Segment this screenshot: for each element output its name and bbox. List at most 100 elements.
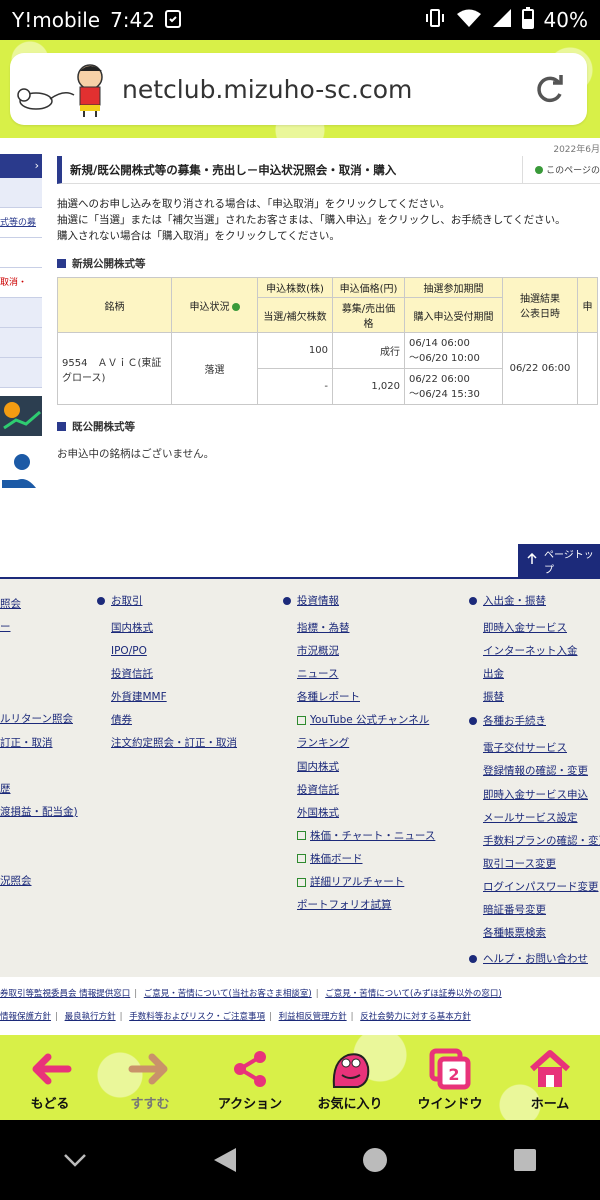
- footer-link[interactable]: 投資信託: [283, 779, 435, 802]
- support-banner-icon[interactable]: [0, 444, 42, 492]
- home-icon: [530, 1050, 570, 1087]
- footer-link[interactable]: 国内株式: [283, 756, 435, 779]
- footer-link[interactable]: 手数料プランの確認・変更: [469, 830, 600, 853]
- footer-category[interactable]: 各種お手続き: [469, 713, 600, 728]
- footer-link[interactable]: 外国株式: [283, 802, 435, 825]
- col-header-price: 申込価格(円): [332, 277, 405, 298]
- footer-link[interactable]: ランキング: [283, 732, 435, 755]
- forward-label[interactable]: すすむ: [130, 1093, 169, 1112]
- forward-button[interactable]: すすむ: [100, 1035, 200, 1120]
- window-label[interactable]: ウインドウ: [417, 1093, 482, 1112]
- footer-link[interactable]: 歴: [0, 778, 78, 801]
- sidebar-header[interactable]: ›: [0, 154, 42, 178]
- footer-link[interactable]: 渡損益・配当金): [0, 801, 78, 824]
- legal-link[interactable]: ご意見・苦情について(みずほ証券以外の窓口): [325, 989, 501, 999]
- footer-link[interactable]: 各種帳票検索: [469, 922, 600, 945]
- legal-link[interactable]: 利益相反管理方針: [279, 1012, 347, 1022]
- legal-link[interactable]: 情報保護方針: [0, 1012, 51, 1022]
- footer-link[interactable]: メールサービス設定: [469, 807, 600, 830]
- footer-link[interactable]: ルリターン照会: [0, 708, 78, 731]
- extra-cell: [577, 332, 598, 405]
- nav-recents-button[interactable]: [505, 1140, 545, 1180]
- footer-link[interactable]: ログインパスワード変更: [469, 876, 600, 899]
- legal-link[interactable]: 券取引等監視委員会 情報提供窓口: [0, 989, 130, 999]
- sidebar-item[interactable]: [0, 238, 42, 268]
- help-label[interactable]: このページの: [546, 163, 600, 176]
- page-top-button[interactable]: ページトップ: [518, 544, 600, 577]
- back-label[interactable]: もどる: [31, 1093, 70, 1112]
- footer-category[interactable]: ヘルプ・お問い合わせ: [469, 951, 600, 966]
- footer-link[interactable]: ー: [0, 616, 78, 639]
- footer-link[interactable]: 注文約定照会・訂正・取消: [97, 732, 237, 755]
- footer-link[interactable]: 債券: [97, 709, 237, 732]
- help-link[interactable]: このページの: [522, 156, 600, 183]
- footer-link[interactable]: インターネット入金: [469, 640, 600, 663]
- footer-link[interactable]: IPO/PO: [97, 640, 237, 663]
- window-button[interactable]: 2 ウインドウ: [400, 1035, 500, 1120]
- footer-link[interactable]: 出金: [469, 663, 600, 686]
- signal-icon: [492, 8, 512, 33]
- url-text[interactable]: netclub.mizuho-sc.com: [122, 75, 529, 104]
- footer-link[interactable]: 登録情報の確認・変更: [469, 760, 600, 783]
- reload-icon[interactable]: [529, 69, 569, 109]
- footer-link[interactable]: 取引コース変更: [469, 853, 600, 876]
- footer-link[interactable]: 電子交付サービス: [469, 737, 600, 760]
- stock-name-cell: 9554 ＡＶｉＣ(東証グロース): [57, 332, 172, 405]
- legal-link[interactable]: 手数料等およびリスク・ご注意事項: [129, 1012, 265, 1022]
- footer-link-external[interactable]: YouTube 公式チャンネル: [283, 709, 435, 732]
- legal-link[interactable]: ご意見・苦情について(当社お客さま相談室): [144, 989, 312, 999]
- home-label[interactable]: ホーム: [531, 1093, 570, 1112]
- footer-category[interactable]: 入出金・振替: [469, 593, 600, 608]
- footer-link-external[interactable]: 株価ボード: [283, 848, 435, 871]
- instruction-line: 抽選に「当選」または「補欠当選」されたお客さまは、「購入申込」をクリックし、お手…: [57, 214, 566, 226]
- info-icon[interactable]: [231, 302, 240, 311]
- page-top-label[interactable]: ページトップ: [544, 546, 600, 576]
- sidebar-item[interactable]: [0, 178, 42, 208]
- battery-label: 40%: [543, 8, 588, 32]
- footer-category[interactable]: お取引: [97, 593, 237, 608]
- col-header-result: 抽選結果 公表日時: [502, 277, 578, 333]
- footer-link[interactable]: 外貨建MMF: [97, 686, 237, 709]
- footer-link-external[interactable]: 詳細リアルチャート: [283, 871, 435, 894]
- footer-link[interactable]: ポートフォリオ試算: [283, 894, 435, 917]
- instruction-line: 購入されない場合は「購入取消」をクリックしてください。: [57, 230, 340, 242]
- sidebar-item[interactable]: 式等の募: [0, 208, 42, 238]
- instructions: 抽選へのお申し込みを取り消される場合は、「申込取消」をクリックしてください。 抽…: [57, 196, 600, 244]
- legal-link[interactable]: 最良執行方針: [65, 1012, 116, 1022]
- favorite-button[interactable]: お気に入り: [300, 1035, 400, 1120]
- footer-link[interactable]: 照会: [0, 593, 78, 616]
- nav-home-button[interactable]: [355, 1140, 395, 1180]
- nav-back-button[interactable]: [205, 1140, 245, 1180]
- page-title-bar: 新規/既公開株式等の募集・売出し－申込状況照会・取消・購入 このページの: [57, 156, 600, 184]
- footer-link[interactable]: 訂正・取消: [0, 732, 78, 755]
- back-button[interactable]: もどる: [0, 1035, 100, 1120]
- collapse-nav-button[interactable]: [55, 1140, 95, 1180]
- col-header-period2: 購入申込受付期間: [404, 297, 503, 333]
- favorite-label[interactable]: お気に入り: [317, 1093, 382, 1112]
- sidebar-item[interactable]: 取消・: [0, 268, 42, 298]
- footer-link-external[interactable]: 株価・チャート・ニュース: [283, 825, 435, 848]
- footer-link[interactable]: 投資信託: [97, 663, 237, 686]
- sidebar-item[interactable]: [0, 298, 42, 328]
- legal-link[interactable]: 反社会勢力に対する基本方針: [360, 1012, 471, 1022]
- action-label[interactable]: アクション: [218, 1093, 282, 1112]
- chart-banner-icon[interactable]: [0, 392, 42, 440]
- sidebar-item[interactable]: [0, 328, 42, 358]
- sidebar-item[interactable]: [0, 358, 42, 388]
- arrow-left-icon: [32, 1053, 72, 1085]
- footer-link[interactable]: 振替: [469, 686, 600, 709]
- footer-link[interactable]: 指標・為替: [283, 617, 435, 640]
- result-date-cell: 06/22 06:00: [502, 332, 578, 405]
- footer-link[interactable]: 即時入金サービス: [469, 617, 600, 640]
- footer-link[interactable]: 暗証番号変更: [469, 899, 600, 922]
- footer-link[interactable]: 況照会: [0, 870, 78, 893]
- footer-link[interactable]: 即時入金サービス申込: [469, 784, 600, 807]
- action-button[interactable]: アクション: [200, 1035, 300, 1120]
- home-button[interactable]: ホーム: [500, 1035, 600, 1120]
- footer-link[interactable]: ニュース: [283, 663, 435, 686]
- footer-link[interactable]: 市況概況: [283, 640, 435, 663]
- footer-link[interactable]: 国内株式: [97, 617, 237, 640]
- footer-link[interactable]: 各種レポート: [283, 686, 435, 709]
- url-bar[interactable]: netclub.mizuho-sc.com: [10, 53, 587, 125]
- footer-category[interactable]: 投資情報: [283, 593, 435, 608]
